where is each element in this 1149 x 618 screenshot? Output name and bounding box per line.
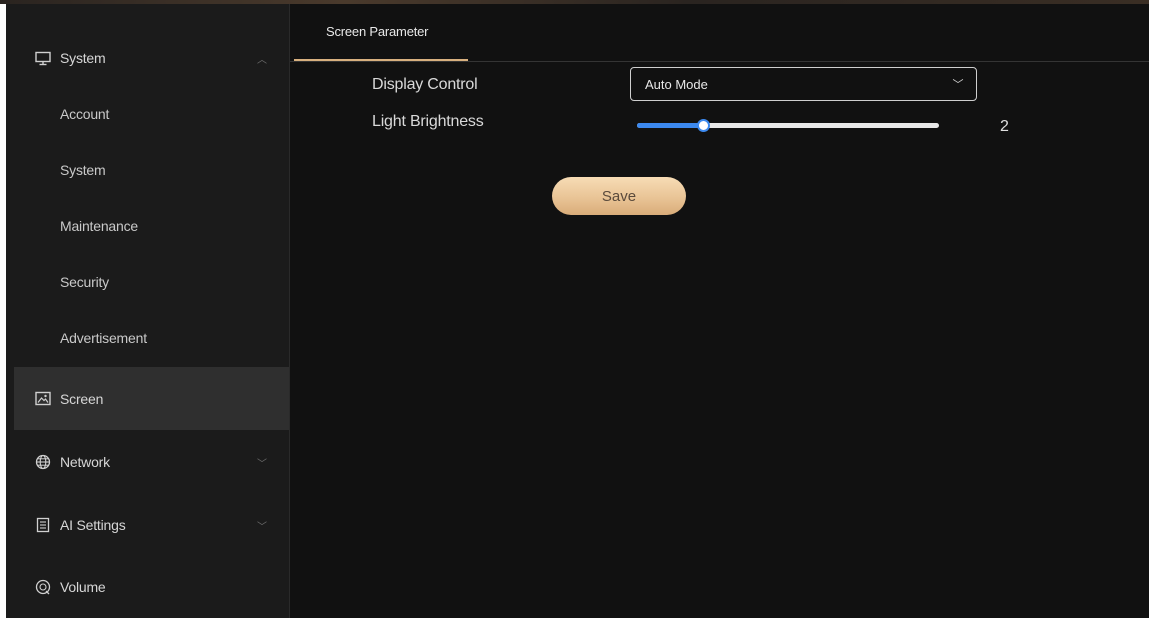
sidebar-group-label: Network bbox=[60, 454, 110, 470]
chevron-down-icon: ﹀ bbox=[952, 79, 964, 91]
chevron-down-icon: ﹀ bbox=[257, 458, 267, 470]
save-button[interactable]: Save bbox=[552, 177, 686, 215]
tab-bar: Screen Parameter bbox=[290, 4, 1149, 62]
sidebar-item-maintenance[interactable]: Maintenance bbox=[14, 198, 289, 254]
display-control-select[interactable]: Auto Mode ﹀ bbox=[630, 67, 977, 101]
chevron-up-icon: ︿ bbox=[257, 54, 267, 66]
sidebar-group-label: AI Settings bbox=[60, 517, 126, 533]
sidebar-group-system[interactable]: System ︿ bbox=[14, 30, 289, 86]
sidebar-group-network[interactable]: Network ﹀ bbox=[14, 432, 289, 492]
sidebar: System ︿ Account System Maintenance Secu… bbox=[6, 4, 290, 618]
display-control-value: Auto Mode bbox=[645, 76, 708, 92]
sidebar-item-account[interactable]: Account bbox=[14, 86, 289, 142]
sidebar-item-security[interactable]: Security bbox=[14, 254, 289, 310]
image-icon bbox=[34, 390, 52, 408]
light-brightness-label: Light Brightness bbox=[372, 113, 484, 130]
light-brightness-value: 2 bbox=[1000, 118, 1009, 135]
globe-icon bbox=[34, 453, 52, 471]
sidebar-group-label: Screen bbox=[60, 390, 104, 407]
slider-fill bbox=[637, 123, 703, 128]
sidebar-group-screen[interactable]: Screen bbox=[14, 367, 289, 430]
document-icon bbox=[34, 516, 52, 534]
tab-screen-parameter[interactable]: Screen Parameter bbox=[294, 4, 468, 61]
slider-thumb[interactable] bbox=[697, 119, 710, 132]
sidebar-group-label: System bbox=[60, 50, 106, 66]
sidebar-item-advertisement[interactable]: Advertisement bbox=[14, 310, 289, 366]
volume-icon bbox=[34, 578, 52, 596]
monitor-icon bbox=[34, 49, 52, 67]
app-window: System ︿ Account System Maintenance Secu… bbox=[6, 4, 1149, 618]
sidebar-group-label: Volume bbox=[60, 579, 106, 595]
display-control-label: Display Control bbox=[372, 76, 478, 93]
light-brightness-slider[interactable] bbox=[637, 116, 939, 136]
sidebar-group-volume[interactable]: Volume bbox=[14, 557, 289, 617]
chevron-down-icon: ﹀ bbox=[257, 521, 267, 533]
sidebar-group-ai-settings[interactable]: AI Settings ﹀ bbox=[14, 495, 289, 555]
sidebar-item-system[interactable]: System bbox=[14, 142, 289, 198]
